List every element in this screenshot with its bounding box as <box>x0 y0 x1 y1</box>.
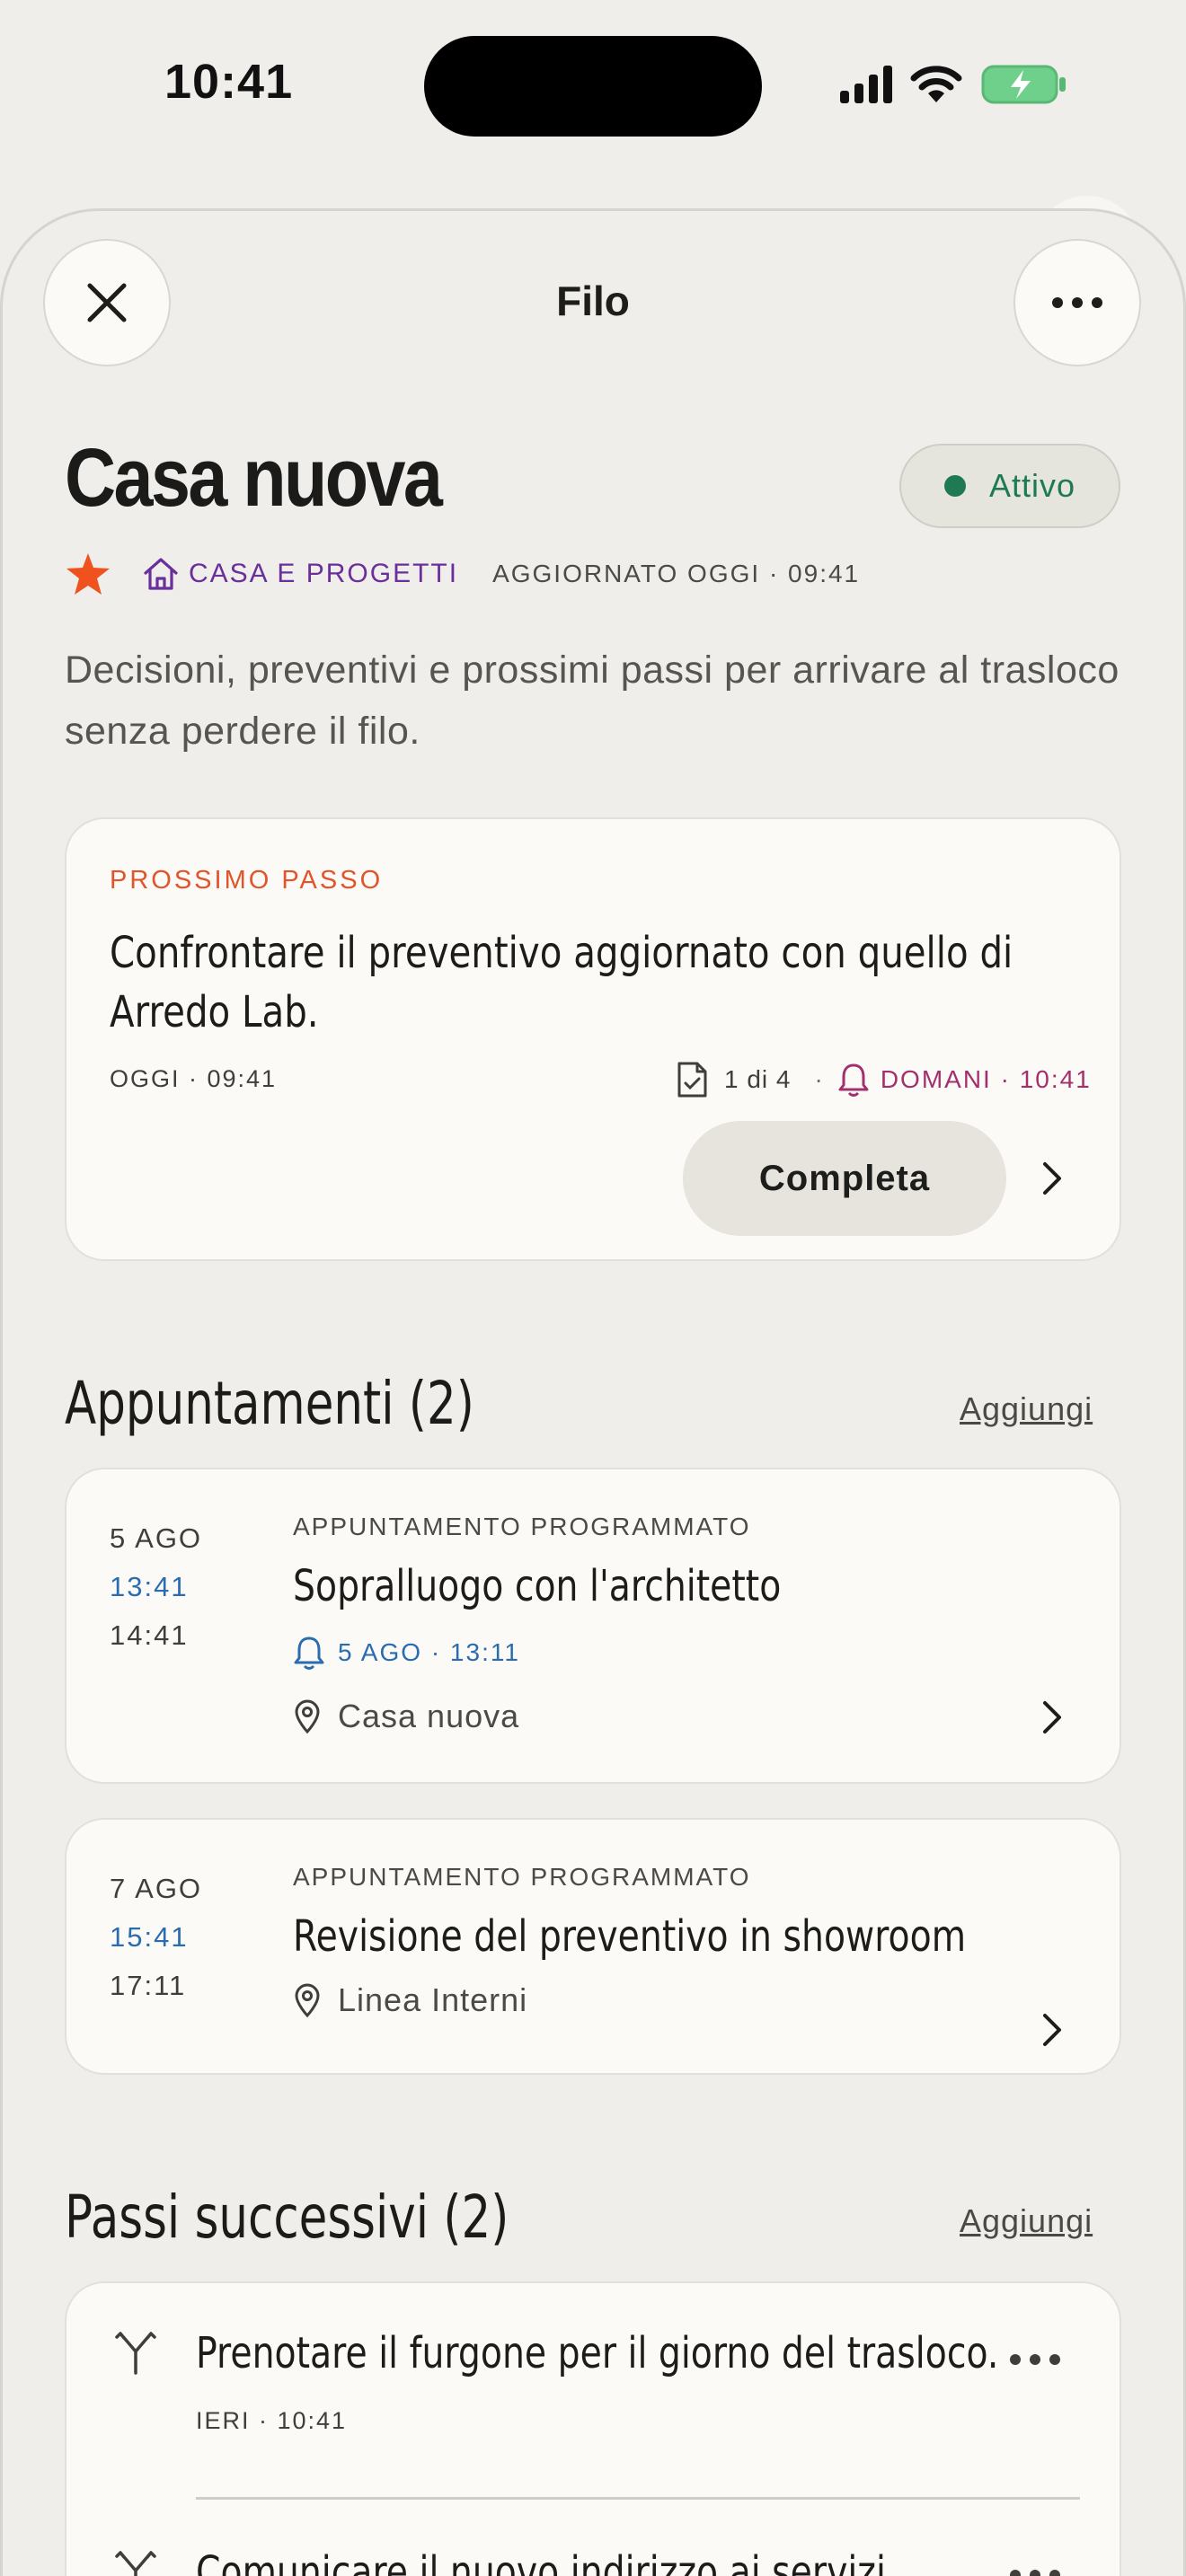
page-title: Casa nuova <box>65 432 443 524</box>
step-date: IERI · 10:41 <box>196 2407 348 2434</box>
appointment-reminder: 5 AGO · 13:11 <box>293 1635 889 1671</box>
appointment-end: 14:41 <box>110 1619 189 1651</box>
status-label: Attivo <box>988 467 1076 504</box>
appointment-dates: 5 AGO 13:41 14:41 <box>110 1514 202 1660</box>
branch-icon <box>115 2332 156 2375</box>
add-step-link[interactable]: Aggiungi <box>960 2202 1093 2240</box>
appointment-type: APPUNTAMENTO PROGRAMMATO <box>293 1863 751 1891</box>
appointment-dates: 7 AGO 15:41 17:11 <box>110 1865 202 2010</box>
appointments-title: Appuntamenti (2) <box>65 1369 474 1438</box>
meta-separator: · <box>814 1065 823 1093</box>
appointment-end: 17:11 <box>110 1970 187 2001</box>
step-text: Comunicare il nuovo indirizzo ai servizi… <box>196 2547 898 2576</box>
appointment-start: 15:41 <box>110 1921 189 1953</box>
home-icon <box>144 558 178 590</box>
location-pin-icon <box>295 1699 320 1734</box>
appointment-title: Revisione del preventivo in showroom <box>293 1911 967 1962</box>
more-icon <box>1052 297 1102 308</box>
appointment-card[interactable]: 7 AGO 15:41 17:11 APPUNTAMENTO PROGRAMMA… <box>65 1818 1121 2075</box>
more-icon[interactable] <box>1008 2353 1062 2366</box>
dynamic-island <box>424 36 762 137</box>
next-steps-title: Passi successivi (2) <box>65 2183 509 2252</box>
more-options-button[interactable] <box>1013 239 1141 366</box>
appointment-start: 13:41 <box>110 1571 189 1602</box>
status-dot <box>943 475 966 497</box>
status-bar: 10:41 <box>0 0 1186 180</box>
chevron-right-icon[interactable] <box>1040 2012 1064 2048</box>
step-text: Prenotare il furgone per il giorno del t… <box>196 2328 999 2378</box>
appointment-reminder-time: 5 AGO · 13:11 <box>338 1638 520 1666</box>
updated-timestamp: AGGIORNATO OGGI · 09:41 <box>492 560 861 587</box>
divider <box>196 2497 1080 2500</box>
next-steps-list: Prenotare il furgone per il giorno del t… <box>65 2281 1121 2576</box>
wifi-icon <box>910 66 962 102</box>
status-badge[interactable]: Attivo <box>899 444 1120 528</box>
thread-meta: CASA E PROGETTI AGGIORNATO OGGI · 09:41 <box>65 550 860 598</box>
next-step-date: OGGI · 09:41 <box>110 1065 278 1092</box>
next-step-indicators: 1 di 4 · DOMANI · 10:41 <box>676 1056 1092 1103</box>
cellular-signal-icon <box>840 66 892 103</box>
complete-button[interactable]: Completa <box>683 1121 1006 1236</box>
next-step-text: Confrontare il preventivo aggiornato con… <box>110 928 1013 1037</box>
status-icons <box>840 63 1068 106</box>
appointment-day: 5 AGO <box>110 1522 203 1554</box>
appointment-location: Linea Interni <box>293 1981 1113 2019</box>
attachment-count: 1 di 4 <box>724 1065 792 1093</box>
appointment-location: Casa nuova <box>293 1698 889 1735</box>
reminder-time: DOMANI · 10:41 <box>880 1065 1092 1093</box>
chevron-right-icon[interactable] <box>1040 1160 1064 1196</box>
thread-description: Decisioni, preventivi e prossimi passi p… <box>65 648 1120 753</box>
chevron-right-icon[interactable] <box>1040 1699 1064 1735</box>
add-appointment-link[interactable]: Aggiungi <box>960 1390 1093 1428</box>
appointment-details: APPUNTAMENTO PROGRAMMATO Sopralluogo con… <box>293 1513 889 1735</box>
bell-icon <box>838 1063 869 1097</box>
appointment-type: APPUNTAMENTO PROGRAMMATO <box>293 1513 751 1540</box>
bell-icon <box>294 1636 324 1670</box>
next-step-eyebrow: PROSSIMO PASSO <box>110 866 384 895</box>
status-time: 10:41 <box>164 55 294 109</box>
more-icon[interactable] <box>1008 2569 1062 2576</box>
appointment-location-label: Linea Interni <box>338 1981 528 2018</box>
nav-title: Filo <box>556 278 630 324</box>
appointment-day: 7 AGO <box>110 1873 203 1904</box>
star-icon[interactable] <box>65 551 111 596</box>
document-check-icon <box>677 1062 707 1098</box>
category-label[interactable]: CASA E PROGETTI <box>189 559 458 589</box>
appointment-title: Sopralluogo con l'architetto <box>293 1561 782 1611</box>
appointment-location-label: Casa nuova <box>338 1698 520 1734</box>
appointment-details: APPUNTAMENTO PROGRAMMATO Revisione del p… <box>293 1863 1113 2019</box>
battery-charging-icon <box>981 65 1066 104</box>
branch-icon <box>115 2551 156 2576</box>
location-pin-icon <box>295 1983 320 2018</box>
appointment-card[interactable]: 5 AGO 13:41 14:41 APPUNTAMENTO PROGRAMMA… <box>65 1468 1121 1784</box>
next-step-card[interactable]: PROSSIMO PASSO Confrontare il preventivo… <box>65 817 1121 1261</box>
